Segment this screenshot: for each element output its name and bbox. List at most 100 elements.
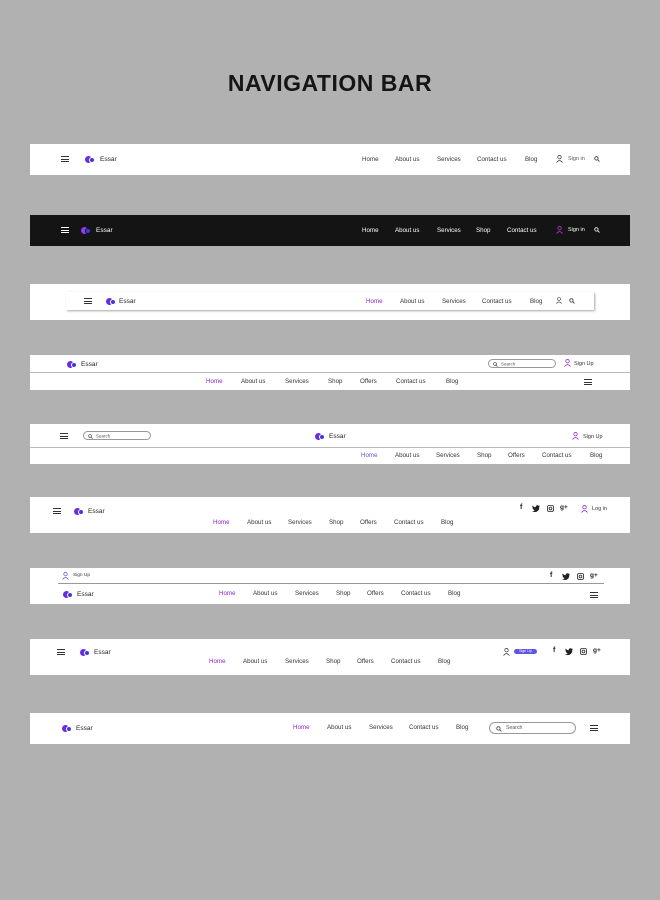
brand-name[interactable]: Essar	[88, 508, 105, 515]
nav-home[interactable]: Home	[362, 227, 379, 234]
nav-contact-us[interactable]: Contact us	[477, 156, 507, 163]
nav-offers[interactable]: Offers	[357, 658, 374, 665]
user-icon[interactable]	[503, 648, 510, 656]
nav-contact-us[interactable]: Contact us	[482, 298, 512, 305]
nav-services[interactable]: Services	[285, 378, 309, 385]
nav-home[interactable]: Home	[366, 298, 383, 305]
hamburger-menu-icon[interactable]	[57, 649, 65, 655]
nav-shop[interactable]: Shop	[328, 378, 342, 385]
nav-services[interactable]: Services	[437, 156, 461, 163]
google-plus-icon[interactable]: g+	[593, 647, 601, 654]
nav-about-us[interactable]: About us	[327, 724, 351, 731]
nav-about-us[interactable]: About us	[247, 519, 271, 526]
log-in-link[interactable]: Log in	[592, 506, 607, 512]
nav-contact-us[interactable]: Contact us	[391, 658, 421, 665]
twitter-icon[interactable]	[562, 573, 570, 580]
brand-logo-icon[interactable]	[106, 298, 117, 305]
brand-name[interactable]: Essar	[100, 156, 117, 163]
nav-shop[interactable]: Shop	[477, 452, 491, 459]
search-icon[interactable]	[594, 227, 600, 233]
nav-about-us[interactable]: About us	[395, 156, 419, 163]
hamburger-menu-icon[interactable]	[590, 725, 598, 731]
nav-blog[interactable]: Blog	[441, 519, 453, 526]
sign-up-link[interactable]: Sign Up	[73, 573, 90, 578]
nav-shop[interactable]: Shop	[329, 519, 343, 526]
nav-home[interactable]: Home	[362, 156, 379, 163]
twitter-icon[interactable]	[565, 648, 573, 655]
nav-contact-us[interactable]: Contact us	[542, 452, 572, 459]
instagram-icon[interactable]	[577, 573, 584, 580]
brand-logo-icon[interactable]	[85, 156, 96, 163]
nav-blog[interactable]: Blog	[525, 156, 537, 163]
nav-about-us[interactable]: About us	[395, 227, 419, 234]
nav-about-us[interactable]: About us	[241, 378, 265, 385]
brand-name[interactable]: Essar	[94, 649, 111, 656]
facebook-icon[interactable]: f	[520, 504, 522, 511]
search-input[interactable]: Search	[83, 431, 151, 440]
nav-offers[interactable]: Offers	[367, 590, 384, 597]
search-icon[interactable]	[594, 156, 600, 162]
nav-services[interactable]: Services	[436, 452, 460, 459]
nav-shop[interactable]: Shop	[326, 658, 340, 665]
nav-services[interactable]: Services	[369, 724, 393, 731]
nav-blog[interactable]: Blog	[448, 590, 460, 597]
user-icon[interactable]	[556, 226, 563, 234]
nav-home[interactable]: Home	[209, 658, 226, 665]
nav-offers[interactable]: Offers	[360, 378, 377, 385]
user-icon[interactable]	[581, 505, 588, 513]
nav-blog[interactable]: Blog	[456, 724, 468, 731]
nav-home[interactable]: Home	[213, 519, 230, 526]
brand-name[interactable]: Essar	[77, 591, 94, 598]
nav-blog[interactable]: Blog	[438, 658, 450, 665]
nav-home[interactable]: Home	[361, 452, 378, 459]
nav-contact-us[interactable]: Contact us	[401, 590, 431, 597]
nav-contact-us[interactable]: Contact us	[507, 227, 537, 234]
user-icon[interactable]	[62, 572, 69, 580]
instagram-icon[interactable]	[580, 648, 587, 655]
nav-blog[interactable]: Blog	[530, 298, 542, 305]
search-input[interactable]: Search	[489, 722, 576, 734]
brand-logo-icon[interactable]	[67, 361, 78, 368]
nav-services[interactable]: Services	[437, 227, 461, 234]
nav-services[interactable]: Services	[288, 519, 312, 526]
nav-services[interactable]: Services	[295, 590, 319, 597]
brand-logo-icon[interactable]	[74, 508, 85, 515]
google-plus-icon[interactable]: g+	[590, 572, 598, 579]
sign-in-link[interactable]: Sign in	[568, 156, 585, 162]
nav-about-us[interactable]: About us	[395, 452, 419, 459]
nav-offers[interactable]: Offers	[360, 519, 377, 526]
sign-in-link[interactable]: Sign in	[568, 227, 585, 233]
nav-shop[interactable]: Shop	[476, 227, 490, 234]
google-plus-icon[interactable]: g+	[560, 504, 568, 511]
user-icon[interactable]	[556, 155, 563, 163]
brand-logo-icon[interactable]	[80, 649, 91, 656]
nav-contact-us[interactable]: Contact us	[396, 378, 426, 385]
brand-logo-icon[interactable]	[81, 227, 92, 234]
brand-logo-icon[interactable]	[63, 591, 74, 598]
hamburger-menu-icon[interactable]	[53, 508, 61, 514]
sign-up-link[interactable]: Sign Up	[583, 434, 603, 440]
user-icon[interactable]	[564, 359, 571, 367]
brand-name[interactable]: Essar	[81, 361, 98, 368]
nav-about-us[interactable]: About us	[253, 590, 277, 597]
brand-name[interactable]: Essar	[76, 725, 93, 732]
nav-about-us[interactable]: About us	[243, 658, 267, 665]
nav-home[interactable]: Home	[219, 590, 236, 597]
brand-name[interactable]: Essar	[96, 227, 113, 234]
hamburger-menu-icon[interactable]	[584, 379, 592, 385]
nav-about-us[interactable]: About us	[400, 298, 424, 305]
hamburger-menu-icon[interactable]	[61, 227, 69, 233]
hamburger-menu-icon[interactable]	[60, 433, 68, 439]
nav-home[interactable]: Home	[293, 724, 310, 731]
brand-logo-icon[interactable]	[62, 725, 73, 732]
twitter-icon[interactable]	[532, 505, 540, 512]
nav-home[interactable]: Home	[206, 378, 223, 385]
brand-name[interactable]: Essar	[329, 433, 346, 440]
user-icon[interactable]	[556, 297, 562, 304]
sign-up-link[interactable]: Sign Up	[574, 361, 594, 367]
brand-name[interactable]: Essar	[119, 298, 136, 305]
nav-services[interactable]: Services	[442, 298, 466, 305]
hamburger-menu-icon[interactable]	[61, 156, 69, 162]
nav-contact-us[interactable]: Contact us	[394, 519, 424, 526]
facebook-icon[interactable]: f	[550, 572, 552, 579]
